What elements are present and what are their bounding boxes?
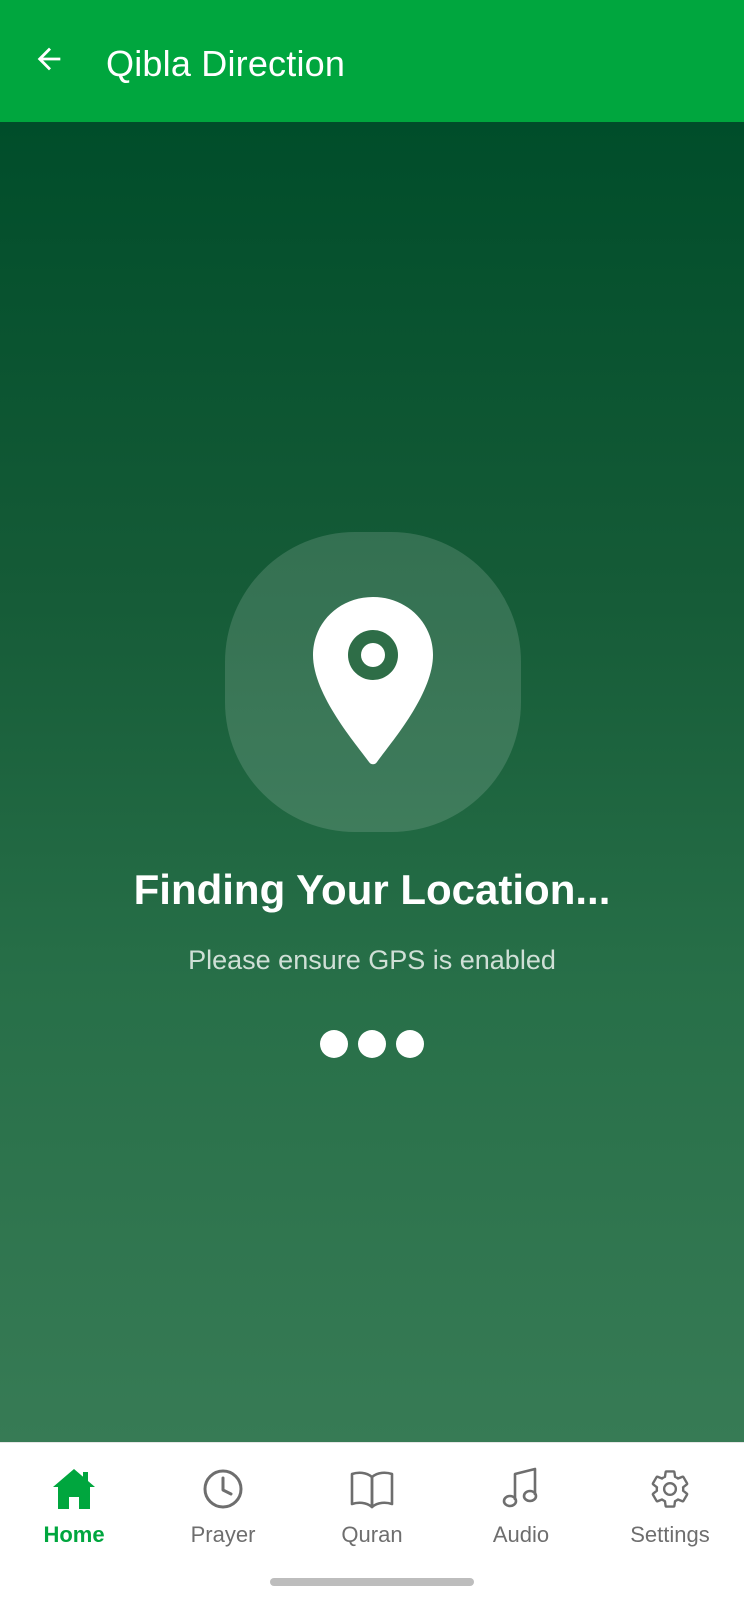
book-icon [348,1465,396,1513]
gear-icon [646,1465,694,1513]
home-indicator-bar[interactable] [270,1578,474,1586]
back-button[interactable] [26,36,72,82]
nav-label-home: Home [43,1522,105,1547]
status-subtitle: Please ensure GPS is enabled [188,945,556,975]
nav-item-prayer[interactable]: Prayer [153,1465,293,1555]
loading-dot [396,1030,424,1058]
loading-dot [358,1030,386,1058]
loading-indicator [0,1030,744,1060]
nav-label-audio: Audio [492,1522,550,1547]
nav-label-quran: Quran [341,1522,403,1547]
clock-icon [199,1465,247,1513]
nav-label-settings: Settings [630,1522,710,1547]
nav-label-prayer: Prayer [190,1522,256,1547]
nav-item-quran[interactable]: Quran [302,1465,442,1555]
nav-item-settings[interactable]: Settings [600,1465,740,1555]
home-icon [50,1465,98,1513]
arrow-left-icon [37,47,61,71]
loading-dot [320,1030,348,1058]
status-title: Finding Your Location... [133,866,611,913]
nav-item-home[interactable]: Home [4,1465,144,1555]
app-bar: Qibla Direction [0,0,744,122]
location-pin-icon [313,597,433,765]
bottom-navigation: Home Prayer Quran Audio Settings [0,1442,744,1600]
app-screen: Qibla Direction Finding Your Location...… [0,0,744,1600]
music-note-icon [497,1465,545,1513]
location-icon-container [225,532,521,832]
page-title: Qibla Direction [106,43,346,84]
location-status-panel: Finding Your Location... Please ensure G… [0,122,744,1442]
nav-item-audio[interactable]: Audio [451,1465,591,1555]
